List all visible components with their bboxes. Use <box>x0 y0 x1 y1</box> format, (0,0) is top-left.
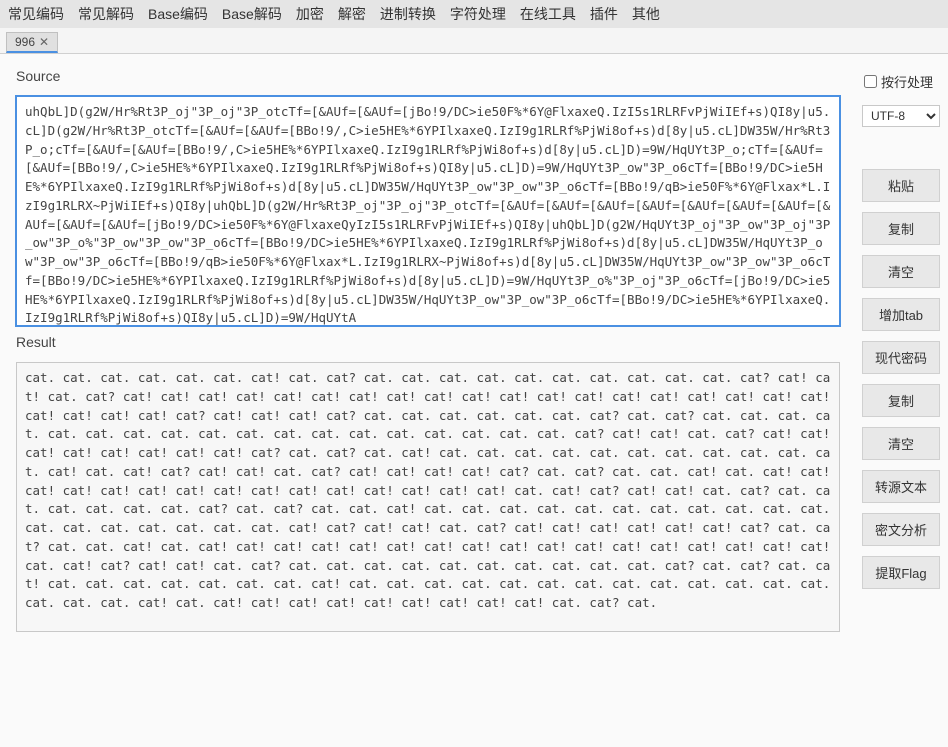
close-icon[interactable]: ✕ <box>39 36 49 48</box>
menu-item[interactable]: 插件 <box>590 4 618 24</box>
clear-source-button[interactable]: 清空 <box>862 255 940 288</box>
tab-996[interactable]: 996 ✕ <box>6 32 58 53</box>
side-panel: 按行处理 UTF-8 粘贴 复制 清空 增加tab 现代密码 复制 清空 转源文… <box>856 54 948 746</box>
menu-item[interactable]: 进制转换 <box>380 4 436 24</box>
cipher-analyze-button[interactable]: 密文分析 <box>862 513 940 546</box>
source-label: Source <box>16 68 840 84</box>
menu-item[interactable]: 常见编码 <box>8 4 64 24</box>
copy-result-button[interactable]: 复制 <box>862 384 940 417</box>
clear-result-button[interactable]: 清空 <box>862 427 940 460</box>
encoding-select[interactable]: UTF-8 <box>862 105 940 127</box>
menubar: 常见编码 常见解码 Base编码 Base解码 加密 解密 进制转换 字符处理 … <box>0 0 948 28</box>
menu-item[interactable]: 常见解码 <box>78 4 134 24</box>
menu-item[interactable]: 其他 <box>632 4 660 24</box>
byline-checkbox[interactable] <box>864 75 877 88</box>
paste-button[interactable]: 粘贴 <box>862 169 940 202</box>
tabbar: 996 ✕ <box>0 28 948 54</box>
modern-cipher-button[interactable]: 现代密码 <box>862 341 940 374</box>
result-label: Result <box>16 334 840 350</box>
add-tab-button[interactable]: 增加tab <box>862 298 940 331</box>
copy-source-button[interactable]: 复制 <box>862 212 940 245</box>
extract-flag-button[interactable]: 提取Flag <box>862 556 940 589</box>
menu-item[interactable]: Base编码 <box>148 4 208 24</box>
result-textarea[interactable]: cat. cat. cat. cat. cat. cat. cat! cat. … <box>16 362 840 632</box>
menu-item[interactable]: 字符处理 <box>450 4 506 24</box>
byline-label: 按行处理 <box>881 72 933 91</box>
menu-item[interactable]: 解密 <box>338 4 366 24</box>
to-source-button[interactable]: 转源文本 <box>862 470 940 503</box>
menu-item[interactable]: Base解码 <box>222 4 282 24</box>
source-textarea[interactable] <box>16 96 840 326</box>
menu-item[interactable]: 加密 <box>296 4 324 24</box>
tab-label: 996 <box>15 35 35 49</box>
main-panel: Source Result cat. cat. cat. cat. cat. c… <box>0 54 856 746</box>
byline-option[interactable]: 按行处理 <box>862 72 942 91</box>
menu-item[interactable]: 在线工具 <box>520 4 576 24</box>
